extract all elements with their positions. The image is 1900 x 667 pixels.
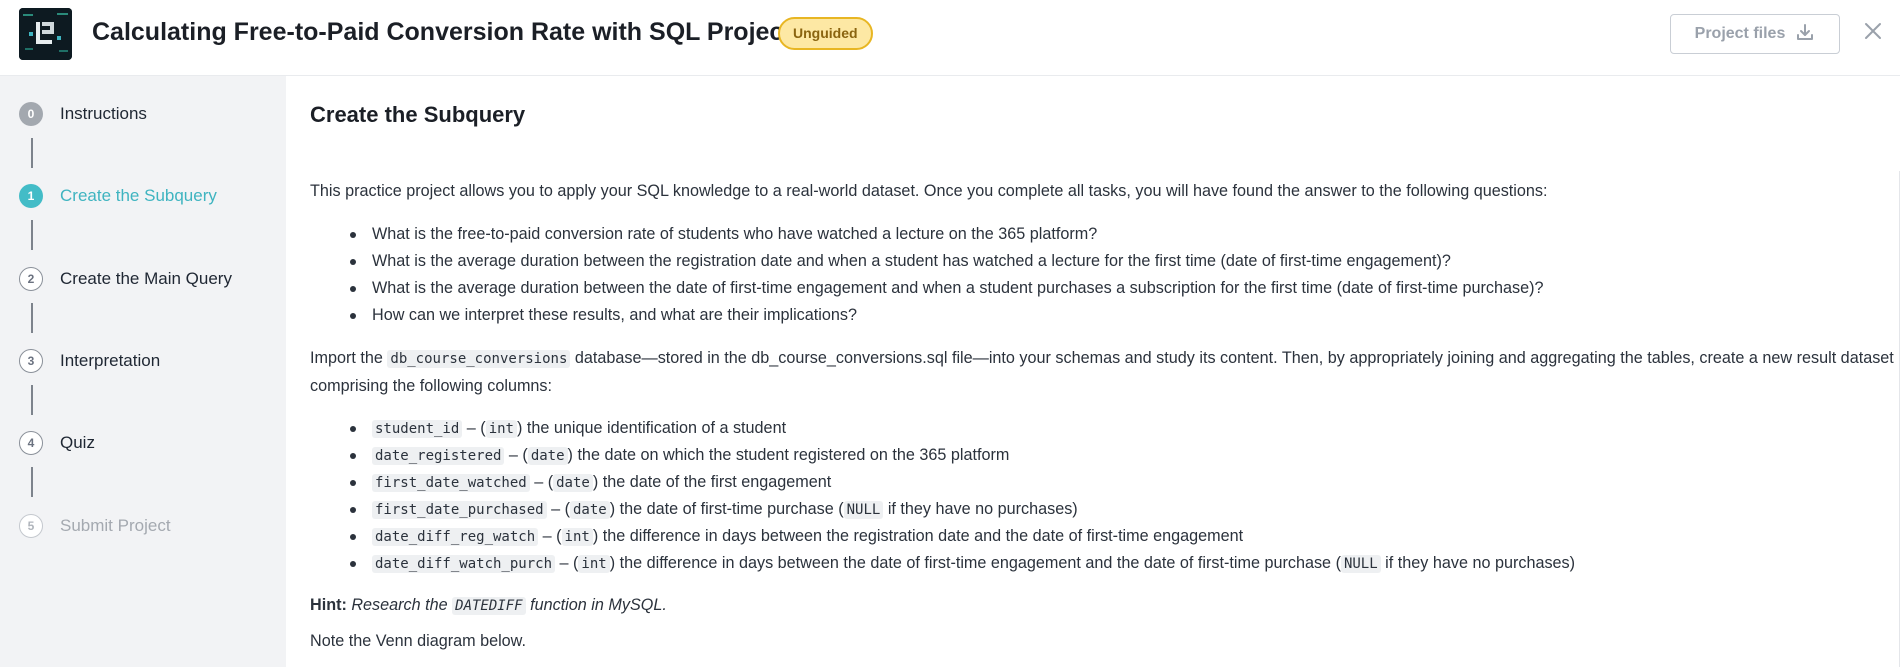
column-name: date_diff_watch_purch — [372, 555, 556, 573]
datediff-code: DATEDIFF — [452, 597, 526, 615]
list-item: date_registered – (date) the date on whi… — [346, 442, 1575, 469]
hint-label: Hint: — [310, 596, 347, 614]
project-thumbnail — [19, 8, 72, 60]
step-connector — [31, 220, 33, 250]
step-number: 1 — [19, 184, 43, 208]
intro-paragraph: This practice project allows you to appl… — [310, 182, 1548, 200]
step-submit-project: 5 Submit Project — [19, 513, 171, 539]
step-label: Submit Project — [60, 516, 171, 535]
list-item: date_diff_reg_watch – (int) the differen… — [346, 523, 1575, 550]
column-type: date — [553, 474, 593, 492]
step-connector — [31, 385, 33, 415]
column-name: first_date_purchased — [372, 501, 547, 519]
list-item: What is the free-to-paid conversion rate… — [346, 221, 1544, 248]
list-item: date_diff_watch_purch – (int) the differ… — [346, 550, 1575, 577]
columns-list: student_id – (int) the unique identifica… — [346, 415, 1575, 577]
hint-paragraph: Hint: Research the DATEDIFF function in … — [310, 592, 1895, 620]
step-interpretation[interactable]: 3 Interpretation — [19, 348, 160, 374]
section-title: Create the Subquery — [310, 102, 526, 127]
step-connector — [31, 138, 33, 168]
hint-post: function in MySQL. — [530, 596, 667, 614]
step-number: 2 — [19, 267, 43, 291]
step-number: 4 — [19, 431, 43, 455]
list-item: What is the average duration between the… — [346, 248, 1544, 275]
step-label: Create the Main Query — [60, 269, 232, 288]
list-item: first_date_watched – (date) the date of … — [346, 469, 1575, 496]
null-note-open: ( — [838, 500, 844, 518]
step-instructions[interactable]: 0 Instructions — [19, 101, 147, 127]
step-label: Quiz — [60, 433, 95, 452]
column-desc: the unique identification of a student — [526, 419, 787, 437]
import-paragraph: Import the db_course_conversions databas… — [310, 345, 1895, 400]
step-number: 3 — [19, 349, 43, 373]
null-code: NULL — [1340, 555, 1381, 573]
venn-note: Note the Venn diagram below. — [310, 632, 526, 650]
column-name: student_id — [372, 420, 463, 438]
step-number: 5 — [19, 514, 43, 538]
steps-sidebar: 0 Instructions 1 Create the Subquery 2 C… — [0, 76, 286, 667]
step-connector — [31, 303, 33, 333]
step-create-subquery[interactable]: 1 Create the Subquery — [19, 183, 217, 209]
step-connector — [31, 467, 33, 497]
list-item: How can we interpret these results, and … — [346, 302, 1544, 329]
unguided-badge: Unguided — [778, 17, 873, 50]
hint-pre: Research the — [351, 596, 448, 614]
download-icon — [1795, 22, 1815, 47]
step-number: 0 — [19, 102, 43, 126]
step-label: Create the Subquery — [60, 186, 217, 205]
column-desc: the difference in days between the date … — [619, 554, 1332, 572]
step-quiz[interactable]: 4 Quiz — [19, 430, 95, 456]
project-title: Calculating Free-to-Paid Conversion Rate… — [92, 18, 792, 46]
column-desc: the date of first-time purchase — [619, 500, 834, 518]
column-type: int — [561, 528, 593, 546]
close-icon[interactable] — [1862, 20, 1884, 42]
column-name: first_date_watched — [372, 474, 530, 492]
null-note-close: if they have no purchases) — [1385, 554, 1576, 572]
column-desc: the difference in days between the regis… — [602, 527, 1244, 545]
column-type: date — [569, 501, 610, 519]
null-code: NULL — [843, 501, 884, 519]
null-note-close: if they have no purchases) — [887, 500, 1078, 518]
db-name-code: db_course_conversions — [387, 350, 571, 368]
questions-list: What is the free-to-paid conversion rate… — [346, 221, 1544, 329]
top-header: Calculating Free-to-Paid Conversion Rate… — [0, 0, 1900, 76]
import-prefix: Import the — [310, 349, 383, 367]
list-item: What is the average duration between the… — [346, 275, 1544, 302]
column-type: int — [578, 555, 610, 573]
step-content-panel: Create the Subquery This practice projec… — [286, 76, 1900, 667]
column-type: date — [527, 447, 568, 465]
column-name: date_diff_reg_watch — [372, 528, 539, 546]
step-create-main-query[interactable]: 2 Create the Main Query — [19, 266, 232, 292]
project-files-label: Project files — [1694, 25, 1786, 42]
list-item: student_id – (int) the unique identifica… — [346, 415, 1575, 442]
column-type: int — [485, 420, 517, 438]
column-desc: the date of the first engagement — [602, 473, 832, 491]
step-label: Interpretation — [60, 351, 161, 370]
column-desc: the date on which the student registered… — [577, 446, 1010, 464]
list-item: first_date_purchased – (date) the date o… — [346, 496, 1575, 523]
column-name: date_registered — [372, 447, 505, 465]
step-label: Instructions — [60, 104, 147, 123]
project-files-button[interactable]: Project files — [1670, 14, 1840, 54]
